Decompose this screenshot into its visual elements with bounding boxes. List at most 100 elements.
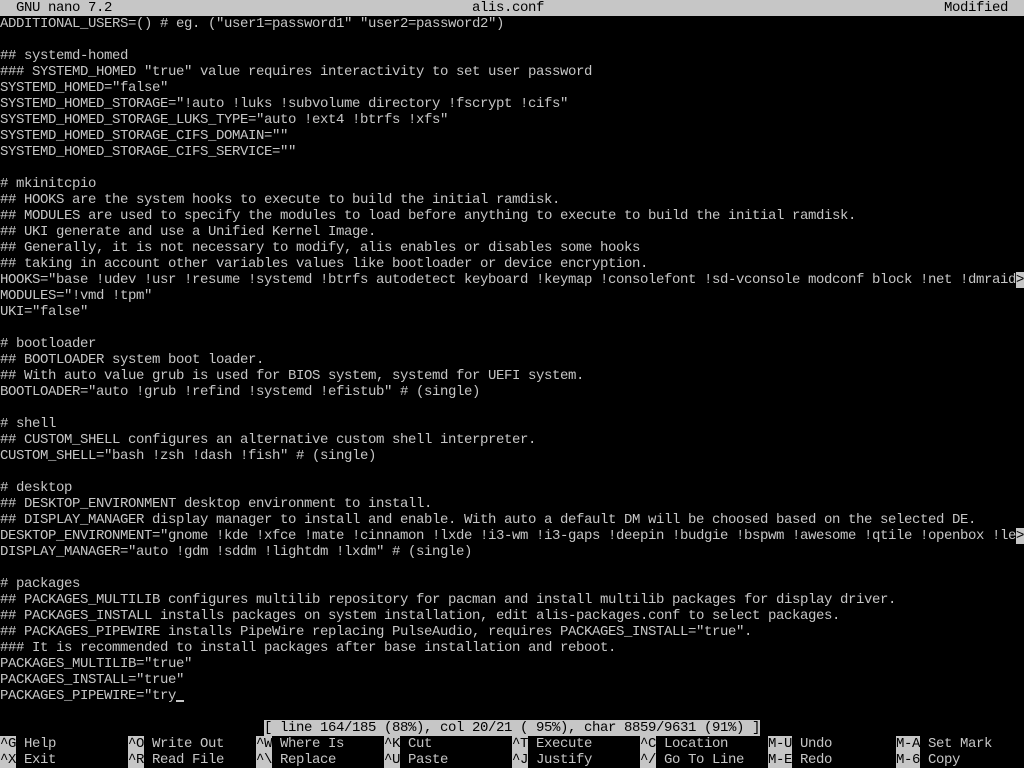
line-text: ADDITIONAL_USERS=() # eg. ("user1=passwo… [0, 16, 504, 32]
shortcut-exit[interactable]: ^X Exit [0, 752, 128, 768]
shortcut-set-mark[interactable]: M-A Set Mark [896, 736, 1024, 752]
line-text: # bootloader [0, 336, 96, 352]
shortcut-key: ^/ [640, 752, 656, 768]
shortcut-label: Justify [536, 752, 592, 768]
shortcut-label: Location [664, 736, 728, 752]
editor-line[interactable]: PACKAGES_MULTILIB="true" [0, 656, 1024, 672]
text-cursor [176, 688, 184, 704]
shortcut-execute[interactable]: ^T Execute [512, 736, 640, 752]
editor-line[interactable]: ## DISPLAY_MANAGER display manager to in… [0, 512, 1024, 528]
shortcut-bar: ^G Help ^O Write Out ^W Where Is ^K Cut ^T Execut… [0, 736, 1024, 768]
editor-line[interactable]: SYSTEMD_HOMED_STORAGE_CIFS_SERVICE="" [0, 144, 1024, 160]
line-text: CUSTOM_SHELL="bash !zsh !dash !fish" # (… [0, 448, 376, 464]
editor-line[interactable]: ## systemd-homed [0, 48, 1024, 64]
shortcut-row: ^X Exit ^R Read File ^\ Replace ^U Paste ^J Justi… [0, 752, 1024, 768]
editor-line[interactable]: CUSTOM_SHELL="bash !zsh !dash !fish" # (… [0, 448, 1024, 464]
shortcut-justify[interactable]: ^J Justify [512, 752, 640, 768]
editor-line[interactable]: ### It is recommended to install package… [0, 640, 1024, 656]
editor-line[interactable]: SYSTEMD_HOMED="false" [0, 80, 1024, 96]
shortcut-key: ^X [0, 752, 16, 768]
shortcut-label: Help [24, 736, 56, 752]
line-text: ## PACKAGES_PIPEWIRE installs PipeWire r… [0, 624, 752, 640]
editor-line[interactable]: ## BOOTLOADER system boot loader. [0, 352, 1024, 368]
editor-line[interactable]: ## MODULES are used to specify the modul… [0, 208, 1024, 224]
editor-line[interactable]: DISPLAY_MANAGER="auto !gdm !sddm !lightd… [0, 544, 1024, 560]
editor-line[interactable] [0, 560, 1024, 576]
shortcut-write-out[interactable]: ^O Write Out [128, 736, 256, 752]
line-text: ## taking in account other variables val… [0, 256, 648, 272]
line-text: DISPLAY_MANAGER="auto !gdm !sddm !lightd… [0, 544, 472, 560]
shortcut-where-is[interactable]: ^W Where Is [256, 736, 384, 752]
line-text: ## CUSTOM_SHELL configures an alternativ… [0, 432, 536, 448]
editor-line[interactable] [0, 464, 1024, 480]
editor-line[interactable]: ## Generally, it is not necessary to mod… [0, 240, 1024, 256]
shortcut-cut[interactable]: ^K Cut [384, 736, 512, 752]
shortcut-label: Undo [800, 736, 832, 752]
shortcut-replace[interactable]: ^\ Replace [256, 752, 384, 768]
editor-line[interactable]: BOOTLOADER="auto !grub !refind !systemd … [0, 384, 1024, 400]
editor-line[interactable]: PACKAGES_INSTALL="true" [0, 672, 1024, 688]
shortcut-redo[interactable]: M-E Redo [768, 752, 896, 768]
editor-line[interactable]: # bootloader [0, 336, 1024, 352]
editor-line[interactable]: MODULES="!vmd !tpm" [0, 288, 1024, 304]
editor-line[interactable]: SYSTEMD_HOMED_STORAGE_LUKS_TYPE="auto !e… [0, 112, 1024, 128]
shortcut-copy[interactable]: M-6 Copy [896, 752, 1024, 768]
shortcut-read-file[interactable]: ^R Read File [128, 752, 256, 768]
editor-line[interactable]: # shell [0, 416, 1024, 432]
editor-line[interactable]: HOOKS="base !udev !usr !resume !systemd … [0, 272, 1024, 288]
line-text: BOOTLOADER="auto !grub !refind !systemd … [0, 384, 480, 400]
line-text: UKI="false" [0, 304, 88, 320]
editor-line[interactable] [0, 400, 1024, 416]
editor-line[interactable]: UKI="false" [0, 304, 1024, 320]
line-text: ### SYSTEMD_HOMED "true" value requires … [0, 64, 592, 80]
cursor-position-status: [ line 164/185 (88%), col 20/21 ( 95%), … [264, 720, 760, 736]
shortcut-undo[interactable]: M-U Undo [768, 736, 896, 752]
terminal-screen: GNU nano 7.2 alis.conf Modified ADDITIONAL… [0, 0, 1024, 768]
editor-line[interactable]: ## CUSTOM_SHELL configures an alternativ… [0, 432, 1024, 448]
shortcut-label: Copy [928, 752, 960, 768]
shortcut-label: Write Out [152, 736, 224, 752]
editor-line[interactable] [0, 320, 1024, 336]
editor-line[interactable]: SYSTEMD_HOMED_STORAGE_CIFS_DOMAIN="" [0, 128, 1024, 144]
shortcut-key: ^O [128, 736, 144, 752]
line-text: ## UKI generate and use a Unified Kernel… [0, 224, 376, 240]
editor-line[interactable]: ## PACKAGES_MULTILIB configures multilib… [0, 592, 1024, 608]
editor-line[interactable]: ## PACKAGES_PIPEWIRE installs PipeWire r… [0, 624, 1024, 640]
shortcut-label: Redo [800, 752, 832, 768]
editor-line[interactable]: # desktop [0, 480, 1024, 496]
editor-line[interactable]: ADDITIONAL_USERS=() # eg. ("user1=passwo… [0, 16, 1024, 32]
editor-line[interactable]: PACKAGES_PIPEWIRE="try [0, 688, 1024, 704]
line-text: ## HOOKS are the system hooks to execute… [0, 192, 560, 208]
shortcut-help[interactable]: ^G Help [0, 736, 128, 752]
editor-line[interactable]: DESKTOP_ENVIRONMENT="gnome !kde !xfce !m… [0, 528, 1024, 544]
editor-line[interactable]: # packages [0, 576, 1024, 592]
editor-line[interactable]: ## With auto value grub is used for BIOS… [0, 368, 1024, 384]
editor-line[interactable] [0, 160, 1024, 176]
shortcut-key: M-U [768, 736, 792, 752]
shortcut-row: ^G Help ^O Write Out ^W Where Is ^K Cut ^T Execut… [0, 736, 1024, 752]
shortcut-location[interactable]: ^C Location [640, 736, 768, 752]
editor-line[interactable]: SYSTEMD_HOMED_STORAGE="!auto !luks !subv… [0, 96, 1024, 112]
editor-line[interactable]: ## PACKAGES_INSTALL installs packages on… [0, 608, 1024, 624]
line-text: ## DESKTOP_ENVIRONMENT desktop environme… [0, 496, 432, 512]
shortcut-key: M-6 [896, 752, 920, 768]
editor-line[interactable]: ## HOOKS are the system hooks to execute… [0, 192, 1024, 208]
line-text: ## MODULES are used to specify the modul… [0, 208, 856, 224]
editor-line[interactable] [0, 704, 1024, 720]
editor-line[interactable]: ## UKI generate and use a Unified Kernel… [0, 224, 1024, 240]
shortcut-go-to-line[interactable]: ^/ Go To Line [640, 752, 768, 768]
shortcut-paste[interactable]: ^U Paste [384, 752, 512, 768]
titlebar: GNU nano 7.2 alis.conf Modified [0, 0, 1024, 16]
shortcut-label: Execute [536, 736, 592, 752]
editor-line[interactable]: ## taking in account other variables val… [0, 256, 1024, 272]
line-text: ### It is recommended to install package… [0, 640, 616, 656]
line-text: PACKAGES_MULTILIB="true" [0, 656, 192, 672]
editor-line[interactable] [0, 32, 1024, 48]
line-text: # mkinitcpio [0, 176, 96, 192]
editor-line[interactable]: ### SYSTEMD_HOMED "true" value requires … [0, 64, 1024, 80]
editor-line[interactable]: # mkinitcpio [0, 176, 1024, 192]
editor-line[interactable]: ## DESKTOP_ENVIRONMENT desktop environme… [0, 496, 1024, 512]
line-text: SYSTEMD_HOMED="false" [0, 80, 168, 96]
shortcut-key: ^U [384, 752, 400, 768]
editor-area[interactable]: ADDITIONAL_USERS=() # eg. ("user1=passwo… [0, 16, 1024, 720]
